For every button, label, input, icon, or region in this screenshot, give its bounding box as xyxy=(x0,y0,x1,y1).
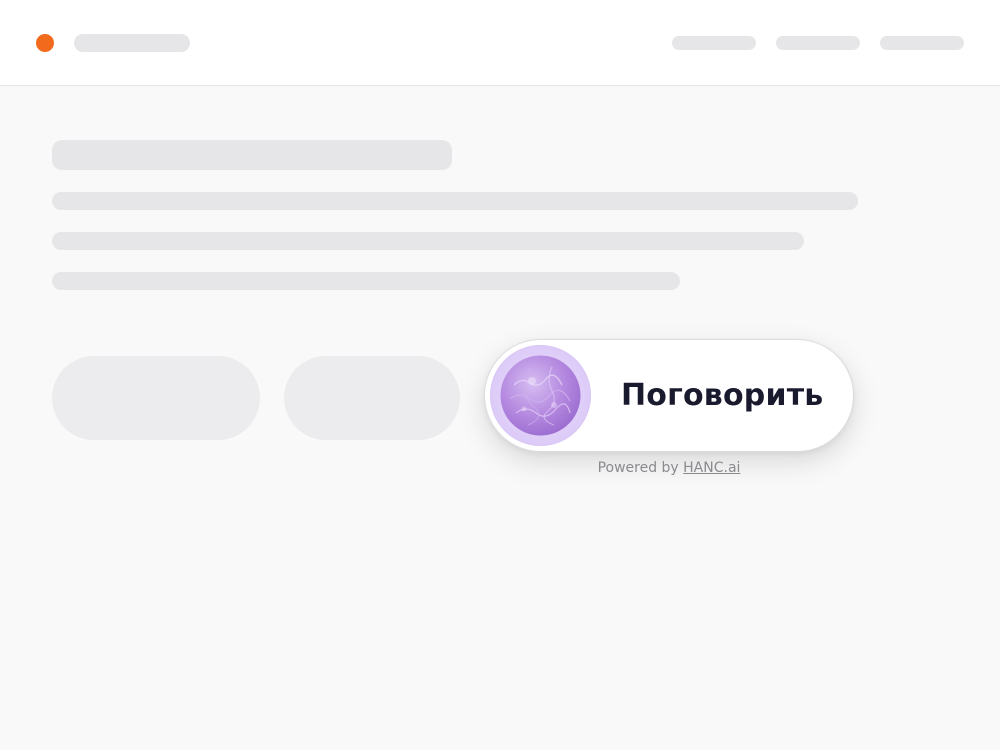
button-placeholder-1 xyxy=(52,356,260,440)
nav-item-placeholder-3 xyxy=(880,36,964,50)
hanc-ai-link[interactable]: HANC.ai xyxy=(683,460,740,476)
sphere-orb-icon xyxy=(490,345,591,446)
powered-by-prefix: Powered by xyxy=(597,460,684,476)
nav-item-placeholder-1 xyxy=(672,36,756,50)
heading-placeholder xyxy=(52,140,452,170)
talk-button-label: Поговорить xyxy=(621,378,824,413)
text-line-placeholder-1 xyxy=(52,192,858,210)
text-line-placeholder-3 xyxy=(52,272,680,290)
text-line-placeholder-2 xyxy=(52,232,804,250)
button-placeholder-2 xyxy=(284,356,460,440)
talk-voice-button[interactable]: Поговорить xyxy=(484,339,854,452)
site-header xyxy=(0,0,1000,86)
nav-item-placeholder-2 xyxy=(776,36,860,50)
powered-by-text: Powered by HANC.ai xyxy=(484,460,854,476)
brand-name-placeholder xyxy=(74,34,190,52)
brand-logo-dot xyxy=(36,34,54,52)
